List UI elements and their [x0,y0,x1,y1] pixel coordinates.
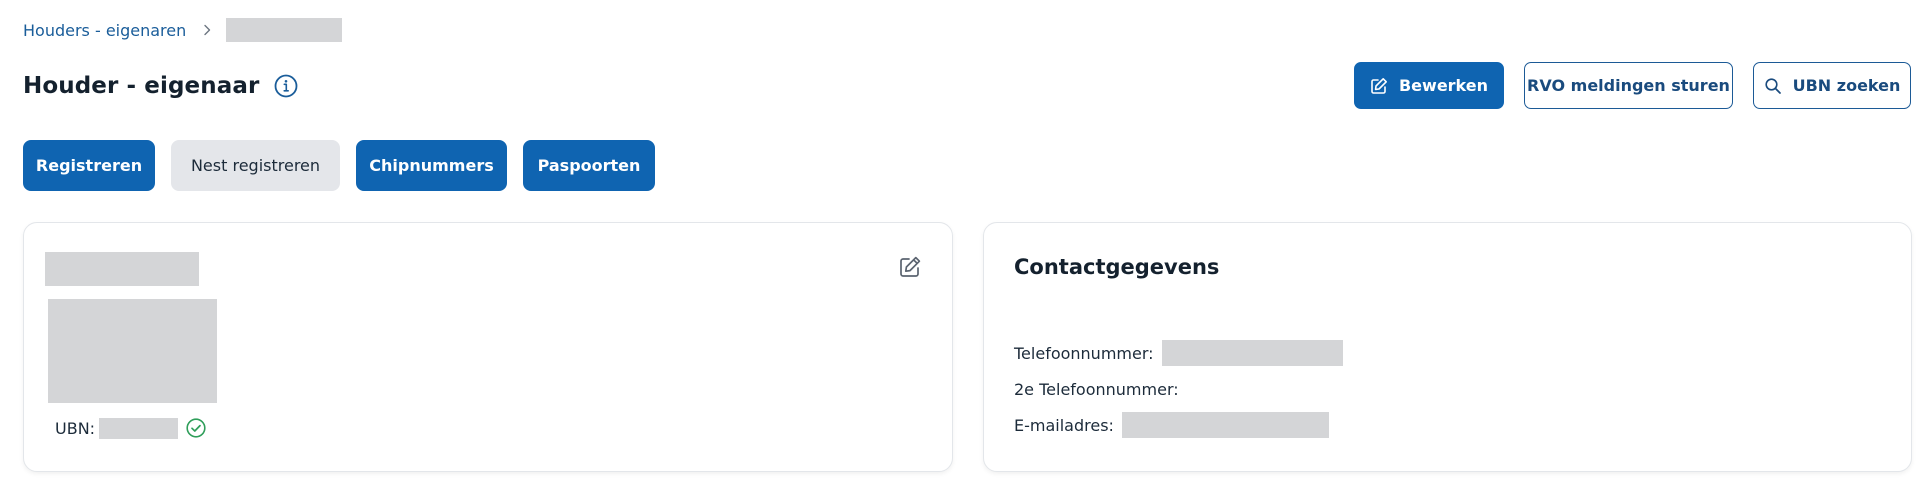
chipnumbers-button[interactable]: Chipnummers [356,140,507,191]
passports-button[interactable]: Paspoorten [523,140,655,191]
nest-register-button[interactable]: Nest registreren [171,140,340,191]
header-toolbar: Bewerken RVO meldingen sturen UBN zoeken [1354,62,1911,109]
owner-address-redacted [48,299,217,403]
chevron-right-icon [202,24,212,36]
page-title: Houder - eigenaar [23,73,260,99]
email-label: E-mailadres: [1014,415,1114,435]
rvo-notifications-button-label: RVO meldingen sturen [1527,76,1730,95]
action-row: Registreren Nest registreren Chipnummers… [23,140,655,191]
ubn-label: UBN: [55,418,96,438]
page-title-wrap: Houder - eigenaar [23,69,299,103]
phone-row: Telefoonnummer: [1014,340,1343,366]
ubn-row: UBN: [55,417,207,439]
contact-card-title: Contactgegevens [1014,255,1220,279]
contact-card: Contactgegevens Telefoonnummer: 2e Telef… [983,222,1912,472]
phone2-row: 2e Telefoonnummer: [1014,376,1179,402]
ubn-value-redacted [99,417,179,439]
info-icon[interactable] [273,73,299,99]
rvo-notifications-button[interactable]: RVO meldingen sturen [1524,62,1733,109]
email-row: E-mailadres: [1014,412,1329,438]
pencil-square-icon [1370,77,1388,95]
edit-owner-icon[interactable] [898,255,922,279]
breadcrumb-current-redacted [226,18,343,42]
breadcrumb: Houders - eigenaren [23,18,343,42]
edit-button[interactable]: Bewerken [1354,62,1504,109]
check-circle-icon [185,417,207,439]
phone-value-redacted [1161,340,1343,366]
breadcrumb-link-owners[interactable]: Houders - eigenaren [23,21,186,40]
email-value-redacted [1121,412,1329,438]
owner-name-redacted [45,252,199,286]
register-button[interactable]: Registreren [23,140,155,191]
ubn-search-button-label: UBN zoeken [1792,76,1901,95]
search-icon [1764,77,1782,95]
phone2-label: 2e Telefoonnummer: [1014,379,1179,399]
ubn-search-button[interactable]: UBN zoeken [1753,62,1911,109]
page: Houders - eigenaren Houder - eigenaar Be… [0,0,1930,487]
edit-button-label: Bewerken [1398,76,1489,95]
phone-label: Telefoonnummer: [1014,343,1154,363]
owner-card: UBN: [23,222,953,472]
